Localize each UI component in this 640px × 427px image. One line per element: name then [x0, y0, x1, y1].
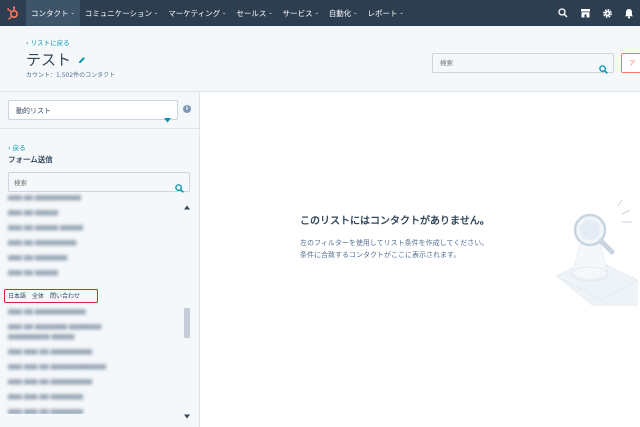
page-title: テスト: [26, 51, 72, 69]
form-list: ▆▆▆ ▆▆ ▆▆▆▆▆▆▆▆▆▆ ▆▆▆ ▆▆ ▆▆▆▆▆ ▆▆▆ ▆▆ ▆▆…: [0, 192, 183, 414]
nav-item-label: マーケティング: [168, 8, 221, 18]
list-item[interactable]: ▆▆▆ ▆▆ ▆▆▆▆▆ ▆▆▆▆▆: [8, 224, 83, 234]
chevron-down-icon: ⌄: [399, 10, 404, 16]
back-to-lists-link[interactable]: ‹ リストに戻る: [26, 37, 70, 47]
divider: [0, 128, 199, 129]
list-item[interactable]: ▆▆▆ ▆▆ ▆▆▆▆▆▆▆ ▆▆▆▆▆▆▆: [8, 323, 101, 333]
list-item[interactable]: ▆▆▆ ▆▆▆ ▆▆ ▆▆▆▆▆▆▆: [8, 393, 83, 403]
list-item[interactable]: ▆▆▆ ▆▆ ▆▆▆▆▆▆▆: [8, 254, 67, 264]
list-item[interactable]: ▆▆▆ ▆▆ ▆▆▆▆▆: [8, 209, 58, 219]
nav-item-label: コミュニケーション: [84, 8, 153, 18]
nav-item-sales[interactable]: セールス ⌄: [231, 0, 277, 26]
list-type-select[interactable]: 動的リスト: [8, 100, 178, 123]
nav-menu: コンタクト ⌄ コミュニケーション ⌄ マーケティング ⌄ セールス ⌄ サービス ⌄ 自…: [26, 0, 409, 26]
scroll-down-arrow-icon[interactable]: [184, 404, 190, 423]
nav-item-label: サービス: [282, 8, 313, 18]
magnifier-illustration-icon: [552, 196, 640, 310]
scroll-up-arrow-icon[interactable]: [184, 195, 190, 214]
chevron-down-icon: ⌄: [314, 10, 319, 16]
page-header: ‹ リストに戻る テスト カウント：1,502件のコンタクト ア: [0, 26, 640, 92]
list-item[interactable]: ▆▆▆ ▆▆▆ ▆▆ ▆▆▆▆▆▆▆▆▆: [8, 348, 92, 358]
nav-item-label: セールス: [236, 8, 267, 18]
nav-item-label: レポート: [367, 8, 398, 18]
contact-search-input[interactable]: [440, 57, 590, 69]
list-item[interactable]: ▆▆▆ ▆▆ ▆▆▆▆▆: [8, 269, 58, 279]
nav-item-label: コンタクト: [31, 8, 69, 18]
nav-item-contacts[interactable]: コンタクト ⌄: [26, 0, 80, 26]
list-item[interactable]: ▆▆▆ ▆▆▆ ▆▆ ▆▆▆▆▆▆▆▆▆: [8, 378, 92, 388]
nav-item-reports[interactable]: レポート ⌄: [362, 0, 408, 26]
selected-form-highlight: [4, 289, 98, 303]
hubspot-logo-icon[interactable]: [0, 0, 26, 26]
nav-item-marketing[interactable]: マーケティング ⌄: [163, 0, 231, 26]
list-item[interactable]: ▆▆▆ ▆▆▆ ▆▆ ▆▆▆▆▆▆▆▆▆▆▆▆: [8, 363, 106, 373]
chevron-down-icon: ⌄: [268, 10, 273, 16]
contact-search: [432, 53, 614, 74]
chevron-down-icon: ⌄: [70, 10, 75, 16]
back-link[interactable]: ‹ 戻る: [8, 142, 26, 152]
gear-icon[interactable]: [596, 0, 618, 26]
form-search: [8, 172, 190, 193]
top-navigation: コンタクト ⌄ コミュニケーション ⌄ マーケティング ⌄ セールス ⌄ サービス ⌄ 自…: [0, 0, 640, 26]
bell-icon[interactable]: [618, 0, 640, 26]
list-item[interactable]: ▆▆▆ ▆▆ ▆▆▆▆▆▆▆▆▆▆: [8, 194, 81, 204]
chevron-down-icon: ⌄: [353, 10, 358, 16]
marketplace-icon[interactable]: [574, 0, 596, 26]
nav-item-label: 自動化: [328, 8, 352, 18]
nav-item-automation[interactable]: 自動化 ⌄: [324, 0, 363, 26]
pencil-icon[interactable]: [78, 56, 86, 64]
empty-state-line: 条件に合致するコンタクトがここに表示されます。: [300, 251, 461, 259]
list-item[interactable]: ▆▆▆ ▆▆ ▆▆▆▆▆▆▆▆▆: [8, 239, 76, 249]
empty-state-title: このリストにはコンタクトがありません。: [300, 216, 490, 227]
caret-down-icon: [164, 108, 171, 127]
list-type-value: 動的リスト: [16, 107, 51, 115]
nav-item-conversations[interactable]: コミュニケーション ⌄: [80, 0, 164, 26]
nav-utility-icons: [552, 0, 640, 26]
list-item[interactable]: ▆▆▆ ▆▆▆ ▆▆ ▆▆▆▆▆▆▆: [8, 408, 83, 414]
filter-heading: フォーム送信: [8, 155, 53, 164]
chevron-down-icon: ⌄: [154, 10, 159, 16]
contact-count: カウント：1,502件のコンタクト: [26, 72, 116, 79]
search-icon[interactable]: [552, 0, 574, 26]
list-item[interactable]: ▆▆▆▆▆▆▆▆▆ ▆▆▆▆▆: [8, 333, 75, 343]
chevron-down-icon: ⌄: [222, 10, 227, 16]
form-list-scrollbar[interactable]: [183, 192, 191, 419]
search-icon[interactable]: [599, 59, 608, 78]
title-row: テスト: [26, 49, 86, 70]
nav-item-service[interactable]: サービス ⌄: [278, 0, 324, 26]
info-icon[interactable]: i: [183, 105, 191, 113]
form-search-input[interactable]: [14, 177, 164, 188]
actions-button[interactable]: ア: [621, 53, 640, 73]
list-item[interactable]: ▆▆▆ ▆▆ ▆▆▆▆▆▆▆▆▆▆▆: [8, 308, 86, 318]
empty-state-description: 左のフィルターを使用してリスト条件を作成してください。 条件に合致するコンタクト…: [300, 237, 488, 261]
scrollbar-thumb[interactable]: [184, 308, 190, 338]
empty-state-line: 左のフィルターを使用してリスト条件を作成してください。: [300, 239, 489, 247]
